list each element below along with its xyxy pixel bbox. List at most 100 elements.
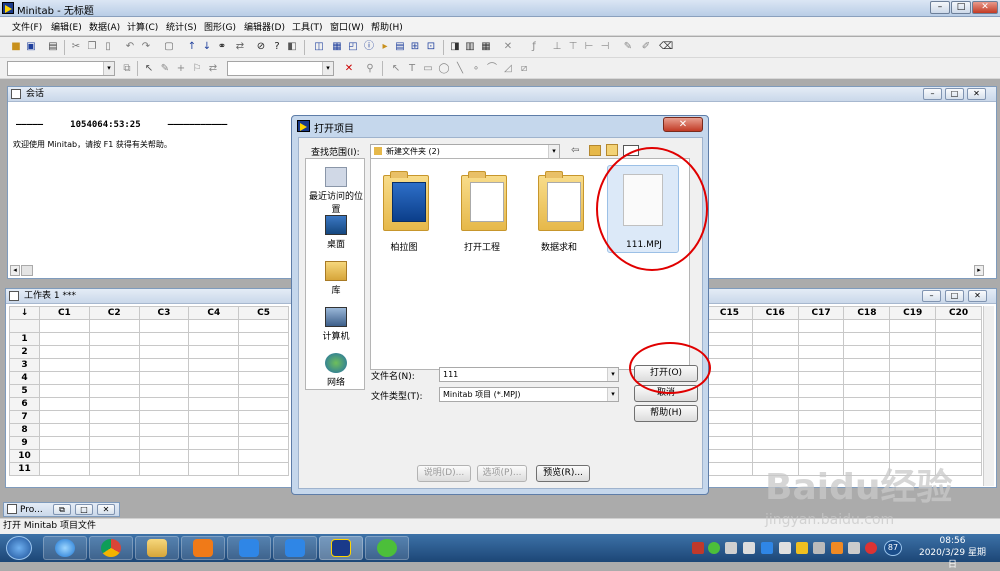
undo-icon[interactable]: ↶ [124,41,136,53]
taskbar-wechat[interactable] [365,536,409,560]
menu-edit[interactable]: 编辑(E) [51,20,82,33]
row-header[interactable]: 9 [9,436,40,450]
up-folder-icon[interactable] [589,145,601,156]
windows-start-icon[interactable] [6,536,32,560]
row-header[interactable]: 3 [9,358,40,372]
minimize-button[interactable]: – [930,1,950,14]
pencil-icon[interactable]: ✐ [640,41,652,53]
graph-edit-icon[interactable]: ⧉ [121,63,133,75]
row-header[interactable]: 7 [9,410,40,424]
session-maximize-button[interactable]: □ [945,88,964,100]
dialog-close-button[interactable]: ✕ [663,117,703,132]
flag-icon[interactable]: ⚐ [191,63,203,75]
worksheet-maximize-button[interactable]: □ [945,290,964,302]
session-close-button[interactable]: ✕ [967,88,986,100]
tray-display-icon[interactable] [813,542,825,554]
tray-flag-icon[interactable] [692,542,704,554]
scroll-left-arrow-icon[interactable]: ◂ [10,265,20,276]
info-icon[interactable]: ⓘ [363,41,375,53]
new-folder-icon[interactable] [606,144,618,156]
menu-editor[interactable]: 编辑器(D) [244,20,285,33]
session-window-icon[interactable]: ◫ [313,41,325,53]
swap-icon[interactable]: ⇄ [207,63,219,75]
taskbar-explorer[interactable] [135,536,179,560]
folder-item[interactable]: 打开工程 [453,167,511,253]
node-icon[interactable]: ⊢ [583,41,595,53]
pointer-icon[interactable]: ↖ [390,63,402,75]
maximize-button[interactable]: □ [951,1,971,14]
ellipse-icon[interactable]: ◯ [438,63,450,75]
column-header[interactable]: C5 [238,306,289,320]
dot-icon[interactable]: ∘ [470,63,482,75]
layout-icon[interactable]: ◨ [449,41,461,53]
column-header[interactable]: C17 [797,306,845,320]
column-header[interactable]: C3 [138,306,190,320]
find-binoculars-icon[interactable]: ⚭ [216,41,228,53]
brush-icon[interactable]: ✎ [622,41,634,53]
tray-volume-icon[interactable] [848,542,860,554]
row-header[interactable]: 1 [9,332,40,346]
taskbar-security[interactable] [227,536,271,560]
tray-wechat-icon[interactable] [708,542,720,554]
menu-data[interactable]: 数据(A) [89,20,120,33]
line-tool-icon[interactable]: ╲ [454,63,466,75]
menu-window[interactable]: 窗口(W) [330,20,364,33]
column-header[interactable]: C1 [39,306,90,320]
tray-app-icon[interactable] [796,542,808,554]
find-replace-icon[interactable]: ⇄ [234,41,246,53]
project-manager-minimized[interactable]: Pro... ⧉ □ ✕ [3,502,120,517]
taskbar-minitab[interactable] [319,536,363,560]
link-icon[interactable]: ⊣ [599,41,611,53]
folder-item[interactable]: 柏拉图 [375,167,433,253]
rectangle-icon[interactable]: ▭ [422,63,434,75]
column-header[interactable]: C4 [188,306,240,320]
cut-icon[interactable]: ✂ [70,41,82,53]
zoom-icon[interactable]: ⚲ [364,63,376,75]
back-arrow-icon[interactable]: ⇦ [571,145,579,156]
last-dialog-icon[interactable]: ▢ [163,41,175,53]
row-header[interactable]: 5 [9,384,40,398]
scroll-right-arrow-icon[interactable]: ▸ [974,265,984,276]
row-header[interactable]: 4 [9,371,40,385]
tray-shield-icon[interactable] [761,542,773,554]
arrow-down-icon[interactable]: ↓ [201,41,213,53]
column-header[interactable]: C16 [751,306,799,320]
graph-window-icon[interactable]: ◰ [347,41,359,53]
copy-icon[interactable]: ❐ [86,41,98,53]
folder-item[interactable]: 数据求和 [530,167,588,253]
options-button[interactable]: 选项(P)... [477,465,527,482]
open-folder-icon[interactable]: ■ [10,41,22,53]
session-minimize-button[interactable]: – [923,88,942,100]
tray-alert-icon[interactable] [865,542,877,554]
brush-tool-icon[interactable]: ✎ [159,63,171,75]
tray-update-icon[interactable] [831,542,843,554]
region-icon[interactable]: ⧄ [518,63,530,75]
project-close-button[interactable]: ✕ [97,504,115,515]
row-header[interactable]: 6 [9,397,40,411]
menu-graph[interactable]: 图形(G) [204,20,236,33]
place-library[interactable]: 库 [306,261,366,296]
column-header[interactable]: C18 [843,306,891,320]
paste-icon[interactable]: ▯ [102,41,114,53]
redo-icon[interactable]: ↷ [140,41,152,53]
cancel-circle-icon[interactable]: ⊘ [255,41,267,53]
taskbar-ie[interactable] [43,536,87,560]
filetype-select[interactable]: Minitab 项目 (*.MPJ) ▾ [439,387,619,402]
taskbar-video[interactable] [181,536,225,560]
graph-font-select[interactable]: ▾ [7,61,115,76]
horizontal-scrollbar-thumb[interactable] [21,265,33,276]
row-header[interactable]: 11 [9,462,40,476]
crosshair-icon[interactable]: + [175,63,187,75]
taskbar-chrome[interactable] [89,536,133,560]
column-header[interactable]: C2 [88,306,140,320]
tile-icon[interactable]: ⊞ [409,41,421,53]
column-header[interactable]: C20 [935,306,982,320]
help-question-icon[interactable]: ? [271,41,283,53]
menu-help[interactable]: 帮助(H) [371,20,403,33]
tree-icon[interactable]: ⊤ [567,41,579,53]
tools-icon[interactable]: ✕ [502,41,514,53]
polyline-icon[interactable]: ⌒ [486,63,498,75]
row-header[interactable]: 8 [9,423,40,437]
formula-icon[interactable]: ƒ [528,41,540,53]
menu-stat[interactable]: 统计(S) [166,20,197,33]
